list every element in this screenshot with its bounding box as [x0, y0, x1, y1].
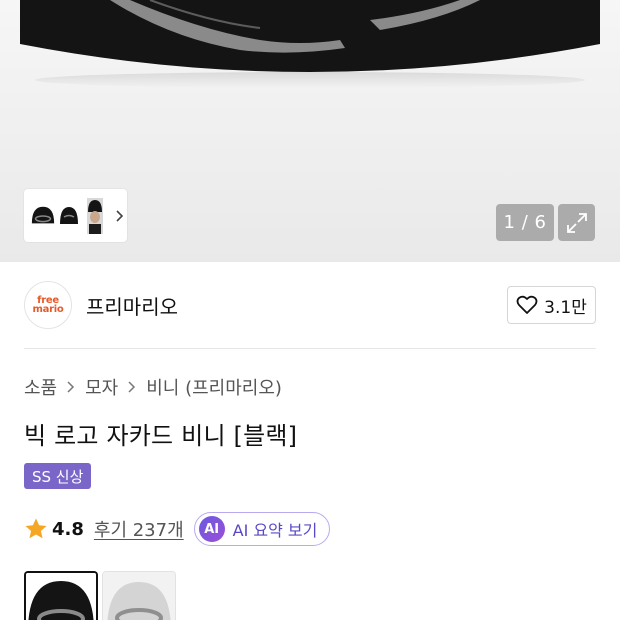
rating-row: 4.8 후기 237개 AI AI 요약 보기 [24, 512, 331, 546]
beanie-black-thumb-image [31, 206, 55, 223]
breadcrumb: 소품 모자 비니 (프리마리오) [24, 374, 282, 400]
thumbnail-strip[interactable] [24, 189, 127, 242]
gray-beanie-swatch-image [103, 572, 175, 620]
brand-name[interactable]: 프리마리오 [86, 291, 178, 320]
divider [24, 348, 596, 349]
model-thumb-image [87, 197, 103, 234]
ai-summary-label: AI 요약 보기 [232, 521, 318, 540]
new-season-badge: SS 신상 [24, 463, 92, 489]
reviews-link[interactable]: 후기 237개 [94, 516, 184, 542]
brand-logo-line2: mario [32, 304, 64, 315]
brand-logo[interactable]: free mario [24, 281, 72, 329]
breadcrumb-item-3[interactable]: 비니 (프리마리오) [146, 374, 282, 400]
color-option-gray[interactable] [102, 571, 176, 620]
star-icon [25, 518, 47, 539]
thumbnail-3[interactable] [82, 196, 108, 236]
chevron-right-icon[interactable] [112, 209, 126, 223]
brand-row: free mario 프리마리오 3.1만 [24, 281, 596, 329]
heart-icon [516, 295, 538, 314]
rating-score: 4.8 [52, 518, 84, 540]
breadcrumb-item-1[interactable]: 소품 [24, 374, 57, 400]
expand-button[interactable] [558, 204, 595, 241]
color-option-black[interactable] [24, 571, 98, 620]
product-image-gallery[interactable]: 1 / 6 [0, 0, 620, 262]
black-beanie-swatch-image [26, 573, 96, 620]
expand-icon [566, 212, 587, 233]
like-button[interactable]: 3.1만 [507, 286, 596, 324]
breadcrumb-item-2[interactable]: 모자 [85, 374, 118, 400]
color-options [24, 571, 176, 620]
thumbnail-1[interactable] [30, 196, 56, 236]
beanie-side-thumb-image [60, 206, 78, 224]
ai-summary-button[interactable]: AI AI 요약 보기 [193, 512, 331, 546]
chevron-right-icon [63, 379, 79, 395]
like-count: 3.1만 [544, 297, 587, 318]
thumbnail-2[interactable] [56, 196, 82, 236]
ai-icon: AI [198, 516, 225, 542]
image-counter: 1 / 6 [496, 204, 554, 241]
product-title: 빅 로고 자카드 비니 [블랙] [24, 422, 298, 450]
chevron-right-icon [124, 379, 140, 395]
